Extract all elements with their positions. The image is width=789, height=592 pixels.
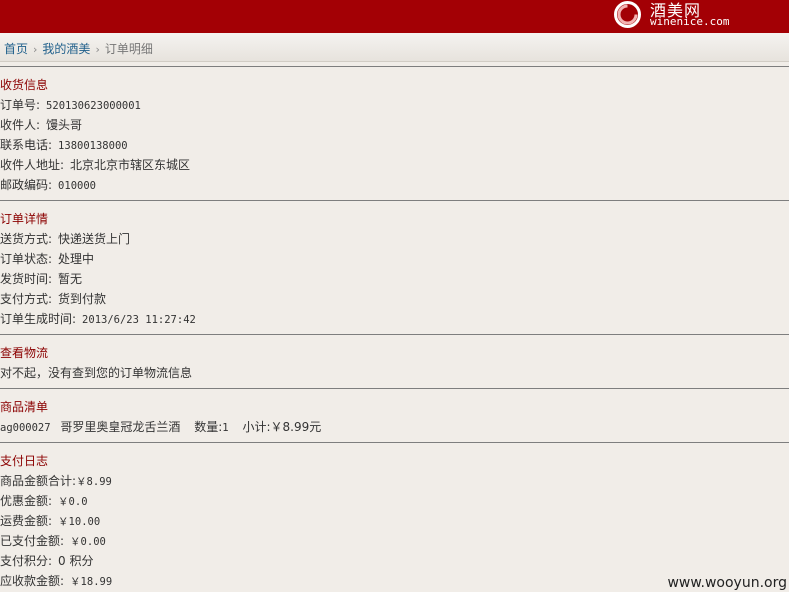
- phone-label: 联系电话:: [0, 138, 53, 152]
- goods-qty-label: 数量:: [194, 420, 223, 434]
- discount-label: 优惠金额:: [0, 494, 53, 508]
- goods-subtotal-value: ￥8.99元: [270, 420, 322, 434]
- paid-row: 已支付金额: ￥0.00: [0, 532, 106, 549]
- zip-row: 邮政编码: 010000: [0, 176, 96, 193]
- amount-due-value: ￥18.99: [70, 576, 113, 588]
- status-value: 处理中: [58, 252, 95, 266]
- created-time-label: 订单生成时间:: [0, 312, 77, 326]
- divider: [0, 66, 789, 67]
- pay-method-value: 货到付款: [58, 292, 107, 306]
- freight-label: 运费金额:: [0, 514, 53, 528]
- goods-item-row: ag000027 哥罗里奥皇冠龙舌兰酒 数量:1 小计:￥8.99元: [0, 418, 321, 435]
- freight-value: ￥10.00: [58, 516, 101, 528]
- order-number-label: 订单号:: [0, 98, 41, 112]
- delivery-label: 送货方式:: [0, 232, 53, 246]
- created-time-row: 订单生成时间: 2013/6/23 11:27:42: [0, 310, 196, 327]
- goods-total-row: 商品金额合计:￥8.99: [0, 472, 112, 489]
- address-row: 收件人地址: 北京北京市辖区东城区: [0, 156, 190, 173]
- goods-subtotal-label: 小计:: [242, 420, 271, 434]
- receiver-label: 收件人:: [0, 118, 41, 132]
- address-label: 收件人地址:: [0, 158, 65, 172]
- discount-value: ￥0.0: [58, 496, 88, 508]
- divider: [0, 200, 789, 201]
- logo-english-text: winenice.com: [650, 15, 730, 28]
- status-label: 订单状态:: [0, 252, 53, 266]
- goods-total-value: ￥8.99: [76, 476, 112, 488]
- paid-label: 已支付金额:: [0, 534, 65, 548]
- points-row: 支付积分: 0 积分: [0, 552, 94, 569]
- section-title-shipping: 收货信息: [0, 78, 49, 92]
- ship-time-label: 发货时间:: [0, 272, 53, 286]
- zip-label: 邮政编码:: [0, 178, 53, 192]
- breadcrumb-my-winenice-link[interactable]: 我的酒美: [42, 42, 90, 56]
- breadcrumb-current: 订单明细: [104, 42, 153, 56]
- order-number-row: 订单号: 520130623000001: [0, 96, 141, 113]
- breadcrumb-home-link[interactable]: 首页: [4, 42, 28, 56]
- amount-due-row: 应收款金额: ￥18.99: [0, 572, 112, 589]
- divider: [0, 334, 789, 335]
- phone-value: 13800138000: [58, 140, 128, 152]
- created-time-value: 2013/6/23 11:27:42: [82, 314, 196, 326]
- address-value: 北京北京市辖区东城区: [70, 158, 191, 172]
- phone-row: 联系电话: 13800138000: [0, 136, 128, 153]
- ship-time-value: 暂无: [58, 272, 83, 286]
- paid-value: ￥0.00: [70, 536, 106, 548]
- breadcrumb-separator-icon: ›: [95, 43, 100, 56]
- freight-row: 运费金额: ￥10.00: [0, 512, 100, 529]
- breadcrumb: 首页 › 我的酒美 › 订单明细: [4, 40, 153, 57]
- section-title-goods: 商品清单: [0, 400, 49, 414]
- status-row: 订单状态: 处理中: [0, 250, 94, 267]
- receiver-value: 馒头哥: [46, 118, 83, 132]
- goods-sku: ag000027: [0, 422, 51, 434]
- section-title-payment-log: 支付日志: [0, 454, 49, 468]
- discount-row: 优惠金额: ￥0.0: [0, 492, 88, 509]
- divider: [0, 442, 789, 443]
- breadcrumb-separator-icon: ›: [33, 43, 38, 56]
- ship-time-row: 发货时间: 暂无: [0, 270, 82, 287]
- pay-method-row: 支付方式: 货到付款: [0, 290, 106, 307]
- zip-value: 010000: [58, 180, 96, 192]
- section-title-order-details: 订单详情: [0, 212, 49, 226]
- goods-qty-value: 1: [222, 422, 229, 434]
- goods-total-label: 商品金额合计:: [0, 474, 77, 488]
- amount-due-label: 应收款金额:: [0, 574, 65, 588]
- logo-swirl-icon: [614, 1, 641, 28]
- goods-name: 哥罗里奥皇冠龙舌兰酒: [60, 420, 181, 434]
- logistics-message: 对不起，没有查到您的订单物流信息: [0, 366, 193, 380]
- delivery-value: 快递送货上门: [58, 232, 131, 246]
- receiver-row: 收件人: 馒头哥: [0, 116, 82, 133]
- points-value: 0 积分: [58, 554, 94, 568]
- order-number-value: 520130623000001: [46, 100, 141, 112]
- top-banner: 酒美网 winenice.com: [0, 0, 789, 33]
- pay-method-label: 支付方式:: [0, 292, 53, 306]
- divider: [0, 388, 789, 389]
- watermark-text: www.wooyun.org: [667, 575, 787, 591]
- breadcrumb-bar: 首页 › 我的酒美 › 订单明细: [0, 33, 789, 62]
- points-label: 支付积分:: [0, 554, 53, 568]
- delivery-row: 送货方式: 快递送货上门: [0, 230, 130, 247]
- section-title-logistics: 查看物流: [0, 346, 49, 360]
